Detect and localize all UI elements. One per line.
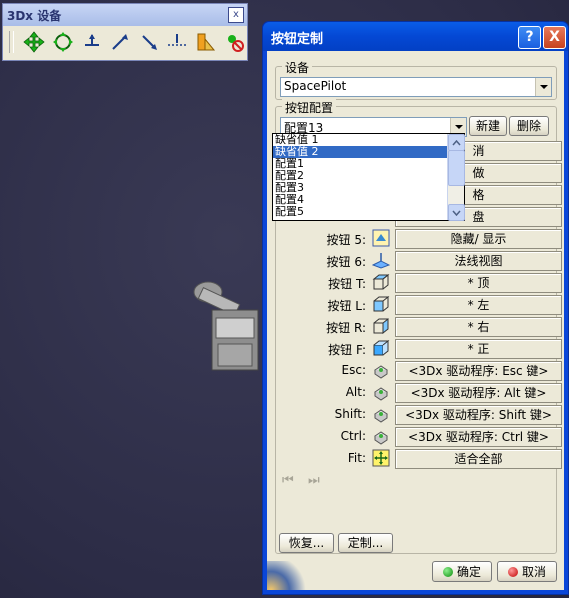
- fit-field[interactable]: 适合全部: [395, 449, 562, 469]
- chevron-down-icon: [539, 85, 548, 89]
- restore-button[interactable]: 恢复...: [279, 533, 334, 553]
- cancel-icon: [507, 566, 518, 577]
- chevron-down-icon: [452, 210, 461, 216]
- align-icon[interactable]: [165, 30, 190, 55]
- button-r-label: 按钮 R:: [326, 321, 366, 335]
- device-select[interactable]: SpacePilot: [280, 77, 552, 97]
- dropdown-item[interactable]: 配置5: [273, 206, 464, 218]
- esc-field[interactable]: <3Dx 驱动程序: Esc 键>: [395, 361, 562, 381]
- button-f-field[interactable]: * 正: [395, 339, 562, 359]
- normal-view-icon: [371, 251, 391, 269]
- dropdown-scrollbar[interactable]: [447, 134, 465, 221]
- close-button[interactable]: X: [543, 26, 566, 49]
- help-button[interactable]: ?: [518, 26, 541, 49]
- alt-label: Alt:: [345, 385, 366, 399]
- pan-icon[interactable]: [79, 30, 104, 55]
- ok-button[interactable]: 确定: [432, 561, 492, 582]
- button-6-field[interactable]: 法线视图: [395, 251, 562, 271]
- cancel-button[interactable]: 取消: [497, 561, 557, 582]
- esc-label: Esc:: [341, 363, 366, 377]
- 3d-model-part: [188, 268, 268, 391]
- shift-field[interactable]: <3Dx 驱动程序: Shift 键>: [395, 405, 562, 425]
- zoom-out-icon[interactable]: [136, 30, 161, 55]
- toolbar-title: 3Dx 设备: [3, 4, 247, 26]
- button-5-label: 按钮 5:: [326, 233, 367, 247]
- button-f-label: 按钮 F:: [328, 343, 366, 357]
- chevron-up-icon: [452, 139, 461, 145]
- ok-icon: [442, 566, 453, 577]
- fit-label: Fit:: [347, 451, 366, 465]
- dialog-body: 设备 SpacePilot 按钮配置 配置13 新建 删除 消 做 格 盘 按钮…: [267, 51, 564, 590]
- device-group-label: 设备: [282, 59, 313, 76]
- device-group: 设备 SpacePilot: [275, 59, 557, 100]
- toolbar-close-button[interactable]: x: [228, 7, 244, 23]
- ctrl-label: Ctrl:: [340, 429, 366, 443]
- dialog-title: 按钮定制: [271, 32, 324, 47]
- scroll-up-button[interactable]: [448, 134, 465, 151]
- config-dropdown-list[interactable]: 缺省值 1 缺省值 2 配置1 配置2 配置3 配置4 配置5: [272, 133, 465, 221]
- driver-icon: [372, 405, 390, 423]
- driver-icon: [372, 361, 390, 379]
- shift-label: Shift:: [334, 407, 366, 421]
- move-icon[interactable]: [22, 30, 47, 55]
- device-select-value: SpacePilot: [284, 79, 347, 93]
- new-config-button[interactable]: 新建: [469, 116, 507, 136]
- button-r-field[interactable]: * 右: [395, 317, 562, 337]
- button-t-field[interactable]: * 顶: [395, 273, 562, 293]
- 3dx-toolbar-window: 3Dx 设备 x: [2, 3, 248, 61]
- alt-field[interactable]: <3Dx 驱动程序: Alt 键>: [395, 383, 562, 403]
- catia-logo: [267, 561, 307, 590]
- cube-front-icon: [372, 339, 390, 357]
- first-page-button[interactable]: ⏮: [282, 473, 294, 488]
- button-l-field[interactable]: * 左: [395, 295, 562, 315]
- button-customize-dialog: 按钮定制 ? X 设备 SpacePilot 按钮配置 配置13 新建 删除 消…: [262, 21, 569, 595]
- dialog-titlebar[interactable]: 按钮定制 ? X: [263, 22, 568, 51]
- zoom-icon[interactable]: [108, 30, 133, 55]
- button-5-field[interactable]: 隐藏/ 显示: [395, 229, 562, 249]
- disable-icon[interactable]: [222, 30, 247, 55]
- delete-config-button[interactable]: 删除: [509, 116, 549, 136]
- cube-right-icon: [372, 317, 390, 335]
- button-6-label: 按钮 6:: [326, 255, 367, 269]
- cancel-button-label: 取消: [521, 564, 546, 579]
- rotate-icon[interactable]: [51, 30, 76, 55]
- chevron-down-icon: [454, 125, 463, 129]
- ok-button-label: 确定: [456, 564, 481, 579]
- driver-icon: [372, 383, 390, 401]
- hide-show-icon: [372, 229, 390, 247]
- device-select-dropdown-button[interactable]: [535, 78, 551, 96]
- toolbar-grip[interactable]: [9, 31, 14, 53]
- cube-left-icon: [372, 295, 390, 313]
- config-group: 按钮配置 配置13 新建 删除 消 做 格 盘 按钮 5: 隐藏/ 显示 按钮 …: [272, 99, 562, 554]
- fit-all-icon: [372, 449, 390, 467]
- scroll-down-button[interactable]: [448, 204, 465, 221]
- ctrl-field[interactable]: <3Dx 驱动程序: Ctrl 键>: [395, 427, 562, 447]
- scroll-thumb[interactable]: [448, 150, 465, 186]
- button-t-label: 按钮 T:: [328, 277, 366, 291]
- config-group-label: 按钮配置: [282, 99, 337, 116]
- ruler-icon[interactable]: [194, 30, 219, 55]
- next-page-button[interactable]: ⏭: [308, 473, 320, 488]
- customize-button[interactable]: 定制...: [338, 533, 393, 553]
- button-l-label: 按钮 L:: [327, 299, 366, 313]
- driver-icon: [372, 427, 390, 445]
- cube-top-icon: [372, 273, 390, 291]
